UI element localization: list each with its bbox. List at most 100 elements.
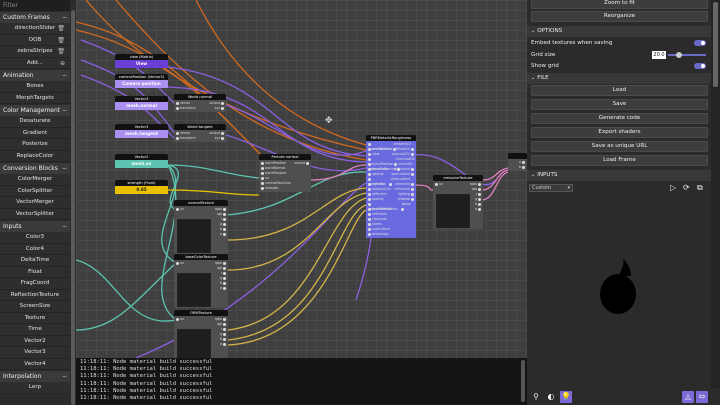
file-button-load-frame[interactable]: Load Frame — [531, 155, 708, 166]
palette-item[interactable]: Vector3 — [0, 347, 70, 359]
palette-category-header[interactable]: Conversion Blocks − — [0, 163, 70, 174]
port-pin-icon[interactable] — [478, 202, 481, 206]
zoom-to-fit-button[interactable]: Zoom to fit — [531, 0, 708, 9]
port-pin-icon[interactable] — [368, 167, 371, 171]
node-normal-texture[interactable]: normalTexture uv rgba rgb r g b a — [174, 200, 228, 254]
port-pin-icon[interactable] — [411, 167, 414, 171]
port-pin-icon[interactable] — [368, 187, 371, 191]
port-pin-icon[interactable] — [261, 161, 264, 165]
port-pin-icon[interactable] — [261, 186, 264, 190]
output-port[interactable]: a — [474, 207, 481, 212]
port-pin-icon[interactable] — [261, 176, 264, 180]
port-pin-icon[interactable] — [368, 227, 371, 231]
port-pin-icon[interactable] — [223, 322, 226, 326]
port-pin-icon[interactable] — [221, 131, 224, 135]
port-pin-icon[interactable] — [368, 202, 371, 206]
palette-item[interactable]: Time — [0, 324, 70, 336]
port-pin-icon[interactable] — [223, 286, 226, 290]
palette-item[interactable]: Posterize — [0, 139, 70, 151]
port-pin-icon[interactable] — [478, 187, 481, 191]
port-pin-icon[interactable] — [368, 147, 371, 151]
output-port[interactable]: alpha — [400, 202, 414, 211]
port-pin-icon[interactable] — [400, 207, 404, 211]
palette-category-header[interactable]: Custom Frames − — [0, 12, 70, 23]
file-button-export-shaders[interactable]: Export shaders — [531, 127, 708, 138]
palette-category-header[interactable]: Inputs − — [0, 221, 70, 232]
output-port[interactable]: xyz — [214, 106, 224, 111]
graph-canvas[interactable]: view (Matrix) View cameraPosition (Vecto… — [76, 0, 527, 358]
file-button-generate-code[interactable]: Generate code — [531, 113, 708, 124]
file-button-save-as-unique-url[interactable]: Save as unique URL — [531, 141, 708, 152]
port-pin-icon[interactable] — [176, 131, 179, 135]
node-perturb-normal[interactable]: Perturb normal worldPosition output worldNo… — [259, 154, 311, 192]
play-icon[interactable]: ▷ — [670, 183, 676, 192]
port-pin-icon[interactable] — [368, 212, 371, 216]
port-pin-icon[interactable] — [223, 317, 226, 321]
palette-item[interactable]: Add... ⊕ — [0, 57, 70, 69]
file-button-load[interactable]: Load — [531, 85, 708, 96]
file-button-save[interactable]: Save — [531, 99, 708, 110]
palette-item[interactable]: Lerp — [0, 382, 70, 394]
input-port[interactable]: strength — [261, 186, 279, 191]
output-port[interactable]: xyz — [214, 136, 224, 141]
environment-icon[interactable]: ◐ — [545, 391, 557, 403]
port-pin-icon[interactable] — [478, 197, 481, 201]
node-base-color-texture[interactable]: baseColorTexture uv rgba rgb r g b a — [174, 254, 228, 308]
palette-item[interactable]: ReflectionTexture — [0, 289, 70, 301]
port-pin-icon[interactable] — [411, 197, 414, 201]
reorganize-button[interactable]: Reorganize — [531, 11, 708, 22]
palette-item[interactable]: VectorSplitter — [0, 208, 70, 220]
port-pin-icon[interactable] — [411, 152, 414, 156]
palette-item[interactable]: OOB 🗑 — [0, 34, 70, 46]
popout-icon[interactable]: ⧉ — [697, 183, 703, 193]
port-pin-icon[interactable] — [368, 217, 371, 221]
node-world-tangent[interactable]: World tangent vector output transform xyz — [174, 124, 226, 142]
node-camera-position[interactable]: cameraPosition (Vector3) Camera position — [115, 74, 168, 88]
palette-item[interactable]: ColorMerger — [0, 174, 70, 186]
port-pin-icon[interactable] — [223, 332, 226, 336]
port-pin-icon[interactable] — [176, 317, 179, 321]
port-pin-icon[interactable] — [368, 162, 371, 166]
port-pin-icon[interactable] — [411, 147, 414, 151]
port-pin-icon[interactable] — [411, 182, 414, 186]
output-port[interactable]: a — [219, 342, 226, 347]
trash-icon[interactable]: 🗑 — [57, 46, 65, 57]
port-pin-icon[interactable] — [223, 266, 226, 270]
palette-item[interactable]: directionSlider 🗑 — [0, 23, 70, 35]
port-pin-icon[interactable] — [223, 337, 226, 341]
palette-item[interactable]: Gradient — [0, 127, 70, 139]
node-emissive-texture[interactable]: emissiveTexture uv rgba rgb r g b a — [433, 175, 483, 229]
rotate-preview-icon[interactable]: ⟳ — [683, 183, 690, 192]
node-vector2-uv[interactable]: Vector2 mesh.uv — [115, 154, 168, 168]
port-pin-icon[interactable] — [478, 207, 481, 211]
port-pin-icon[interactable] — [368, 222, 371, 226]
node-output[interactable]: ab — [508, 153, 527, 171]
inputs-dropdown[interactable]: Custom ▾ — [529, 184, 573, 192]
depth-icon[interactable]: ⇔ — [696, 390, 708, 403]
port-pin-icon[interactable] — [223, 281, 226, 285]
show-grid-toggle[interactable] — [694, 63, 706, 69]
grid-size-slider-knob[interactable] — [676, 52, 682, 58]
bulb-icon[interactable]: 💡 — [560, 390, 572, 403]
input-port[interactable]: uv — [176, 261, 185, 266]
palette-item[interactable]: MorphTargets — [0, 92, 70, 104]
port-pin-icon[interactable] — [389, 182, 393, 186]
port-pin-icon[interactable] — [223, 276, 226, 280]
input-port[interactable]: uv — [176, 207, 185, 212]
port-pin-icon[interactable] — [261, 171, 264, 175]
input-port[interactable]: uv — [435, 182, 444, 187]
palette-item[interactable]: DeltaTime — [0, 255, 70, 267]
palette-item[interactable]: Bones — [0, 81, 70, 93]
preview-area[interactable] — [527, 196, 711, 388]
port-pin-icon[interactable] — [261, 166, 264, 170]
input-port[interactable]: transform — [176, 136, 197, 141]
port-pin-icon[interactable] — [411, 187, 414, 191]
port-pin-icon[interactable] — [368, 142, 371, 146]
grid-size-input[interactable]: 20.0 — [652, 51, 666, 59]
port-pin-icon[interactable] — [522, 160, 525, 164]
filter-input[interactable]: Filter — [0, 0, 70, 11]
properties-scrollbar-thumb[interactable] — [713, 2, 718, 87]
palette-item[interactable]: Desaturate — [0, 116, 70, 128]
port-pin-icon[interactable] — [368, 192, 371, 196]
port-pin-icon[interactable] — [368, 177, 371, 181]
